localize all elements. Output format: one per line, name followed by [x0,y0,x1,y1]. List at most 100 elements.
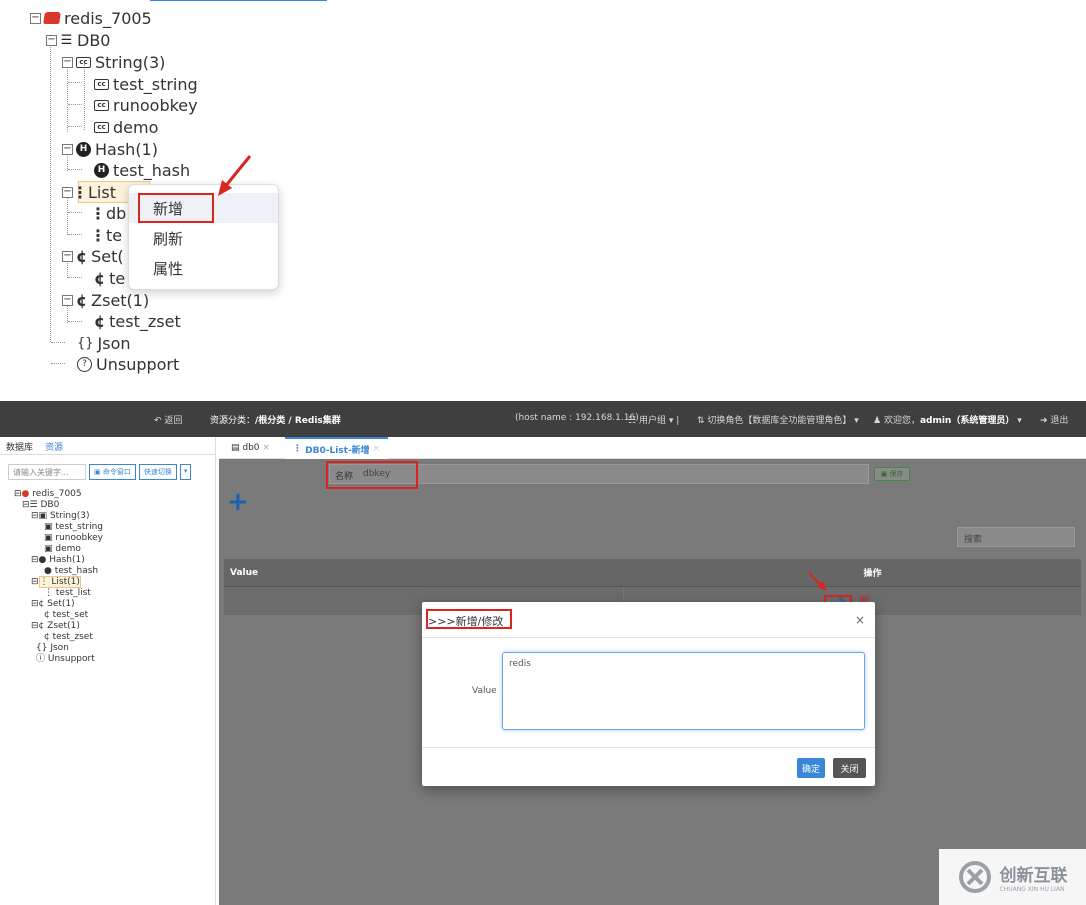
collapse-icon[interactable]: ⊟ [31,511,39,521]
tree-node-unsupport[interactable]: ⓘ Unsupport [14,654,103,665]
tree-node-string-group[interactable]: ⊟▣ String(3) [14,511,103,522]
collapse-icon[interactable]: − [46,34,57,46]
dropdown-toggle[interactable]: ▾ [179,464,192,480]
tree-node-label: List [88,182,116,202]
tree-node-key[interactable]: ⋮ db [90,202,126,224]
menu-item-properties[interactable]: 属性 [129,253,278,283]
question-icon: ? [77,356,92,372]
tree-node-label: redis_7005 [64,8,152,28]
tab-db0[interactable]: ▤ db0 × [223,437,278,459]
collapse-icon[interactable]: ⊟ [31,555,39,565]
tree-node-unsupport[interactable]: ? Unsupport [77,353,179,375]
tree-node-key[interactable]: ▣ test_string [14,522,103,533]
top-cut-link [150,0,327,1]
tree-node-key[interactable]: H test_hash [94,159,190,181]
collapse-icon[interactable]: − [62,143,73,155]
host-label: (host name : 192.168.1.16) [515,413,639,423]
tree-node-db[interactable]: ⊟☰ DB0 [14,500,103,511]
tree-node-string-group[interactable]: − cc String(3) [62,51,165,73]
save-button[interactable]: ▣ 保存 [874,467,910,481]
tree-node-list-group[interactable]: ⊟⋮ List(1) [14,576,103,588]
tree-node-hash-group[interactable]: − H Hash(1) [62,138,158,160]
redis-icon: ● [21,489,30,499]
tree-node-json[interactable]: {} Json [14,643,103,654]
tree-node-key[interactable]: ¢ test_zset [14,632,103,643]
command-window-button[interactable]: ▣ 命令窗口 [89,464,136,480]
close-button[interactable]: 关闭 [833,758,866,778]
tab-database[interactable]: 数据库 [0,437,39,454]
tree-node-zset-group[interactable]: ⊟¢ Zset(1) [14,621,103,632]
annotation-arrow-icon [808,572,827,591]
annotation-box [426,609,512,629]
list-type-icon: ⋮ [293,444,306,454]
collapse-icon[interactable]: − [62,250,73,262]
tab-resource[interactable]: 资源 [39,437,69,454]
value-textarea[interactable]: redis [502,652,865,730]
tree-node-key[interactable]: ▣ runoobkey [14,533,103,544]
tree-node-key[interactable]: cc runoobkey [94,94,198,116]
tree-search-input[interactable]: 请输入关键字... [8,464,86,480]
annotation-arrow-icon [218,155,252,196]
tree-node-list-group[interactable]: − ⋮ List [62,181,150,203]
switch-icon: ⇅ [697,416,708,426]
collapse-icon[interactable]: ⊟ [31,621,39,631]
menu-item-refresh[interactable]: 刷新 [129,223,278,253]
dialog-footer: 确定 关闭 [422,748,875,786]
collapse-icon[interactable]: − [30,12,41,24]
tree-node-root[interactable]: ⊟● redis_7005 [14,489,103,500]
collapse-icon[interactable]: ⊟ [31,577,39,587]
string-type-icon: ▣ [44,533,53,543]
tree-node-label: Set( [91,246,124,266]
user-group-menu[interactable]: ☵ 用户组 ▾ | [628,413,679,426]
back-link[interactable]: ↶ 返回 [154,413,182,426]
tree-node-db[interactable]: − ☰ DB0 [46,29,110,51]
tree-node-key[interactable]: ⋮ test_list [14,588,103,599]
close-icon[interactable]: × [260,443,270,453]
tree-node-key[interactable]: cc test_string [94,73,198,95]
collapse-icon[interactable]: ⊟ [31,599,39,609]
tree-node-set-group[interactable]: − ¢ Set( [62,245,124,267]
switch-role-menu[interactable]: ⇅ 切换角色【数据库全功能管理角色】 ▾ [697,413,859,426]
tree-node-label: runoobkey [113,95,198,115]
tree-node-key[interactable]: ⋮ te [90,224,122,246]
json-icon: {} [77,335,94,351]
top-bar: ↶ 返回 资源分类：/根分类 / Redis集群 (host name : 19… [0,401,1086,437]
string-type-icon: cc [76,56,91,68]
close-icon[interactable]: × [855,613,865,627]
tree-node-key[interactable]: ¢ test_set [14,610,103,621]
confirm-button[interactable]: 确定 [797,758,825,778]
tree-node-label: te [109,268,126,288]
add-icon[interactable]: + [227,489,249,515]
quick-switch-button[interactable]: 快速切换 [138,464,177,480]
tree-node-key[interactable]: ¢ test_zset [94,310,181,332]
collapse-icon[interactable]: − [62,294,73,306]
tree-node-json[interactable]: {} Json [77,332,131,354]
sidebar: 数据库 资源 请输入关键字... ▣ 命令窗口 快速切换 ▾ ⊟● redis_… [0,437,216,905]
tree-node-zset-group[interactable]: − ¢ Zset(1) [62,289,149,311]
users-icon: ☵ [628,416,639,426]
tree-node-label: Hash(1) [95,139,158,159]
collapse-icon[interactable]: ⊟ [14,489,22,499]
tree-node-key[interactable]: ¢ te [94,267,125,289]
tree-node-key[interactable]: ▣ demo [14,544,103,555]
search-input[interactable]: 搜索 [957,527,1075,547]
collapse-icon[interactable]: ⊟ [22,500,30,510]
editor-tabs: ▤ db0 × ⋮ DB0-List-新增 × [219,437,1086,459]
list-type-icon: ⋮ [90,225,106,245]
set-type-icon: ¢ [94,268,106,288]
hash-type-icon: H [76,141,91,157]
tab-list-add[interactable]: ⋮ DB0-List-新增 × [285,437,389,459]
list-type-icon: ⋮ [39,577,49,587]
collapse-icon[interactable]: − [62,56,73,68]
sidebar-tree: ⊟● redis_7005 ⊟☰ DB0 ⊟▣ String(3) ▣ test… [14,489,103,665]
tree-node-root[interactable]: − redis_7005 [30,7,152,29]
close-icon[interactable]: × [370,444,381,454]
tree-node-label: Unsupport [96,354,180,374]
tree-node-key[interactable]: cc demo [94,116,158,138]
list-type-icon: ⋮ [72,182,88,202]
logout-link[interactable]: ➜ 退出 [1040,413,1068,426]
monitor-icon: ▤ [231,443,243,453]
string-type-icon: ▣ [38,511,48,521]
tree-node-set-group[interactable]: ⊟¢ Set(1) [14,599,103,610]
tree-node-hash-group[interactable]: ⊟● Hash(1) [14,555,103,566]
